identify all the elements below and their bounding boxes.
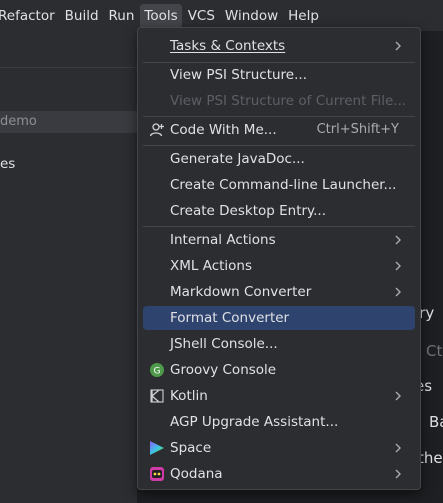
menu-item-label: Create Command-line Launcher... [170, 177, 397, 193]
submenu-arrow-icon [395, 443, 401, 453]
menu-item-label: AGP Upgrade Assistant... [170, 414, 339, 430]
menu-item-create-desktop-entry[interactable]: Create Desktop Entry... [143, 199, 415, 223]
project-tree-item[interactable]: es [0, 156, 15, 172]
menu-item-label: XML Actions [170, 258, 253, 274]
code-with-me-icon [149, 123, 164, 137]
menu-item-label: Tasks & Contexts [170, 38, 286, 54]
menu-item-xml-actions[interactable]: XML Actions [143, 254, 415, 278]
project-search-field[interactable]: demo [0, 111, 137, 133]
menu-item-view-psi-structure[interactable]: View PSI Structure... [143, 63, 415, 87]
menu-vcs[interactable]: VCS [184, 4, 219, 28]
menu-separator [143, 226, 415, 227]
menu-tools[interactable]: Tools [140, 3, 182, 28]
submenu-arrow-icon [395, 41, 401, 51]
menu-item-label: Internal Actions [170, 232, 276, 248]
menu-item-agp-upgrade-assistant[interactable]: AGP Upgrade Assistant... [143, 410, 415, 434]
menu-item-label: Qodana [170, 466, 223, 482]
editor-text-fragment: Ct [426, 342, 443, 360]
kotlin-icon [150, 389, 164, 403]
menu-refactor[interactable]: Refactor [0, 4, 59, 28]
menu-item-internal-actions[interactable]: Internal Actions [143, 228, 415, 252]
svg-text:G: G [154, 367, 161, 377]
menu-item-label: Markdown Converter [170, 284, 312, 300]
menu-item-label: Generate JavaDoc... [170, 151, 305, 167]
menu-item-label: Format Converter [170, 310, 290, 326]
menu-item-qodana[interactable]: Qodana [143, 462, 415, 486]
menu-item-label: Space [170, 440, 212, 456]
panel-divider [0, 67, 137, 68]
editor-text-fragment: the [418, 449, 443, 467]
menu-item-label: JShell Console... [170, 336, 278, 352]
menu-window[interactable]: Window [221, 4, 282, 28]
project-panel: demo es [0, 31, 137, 503]
menu-item-label: Code With Me... [170, 122, 277, 138]
menu-item-label: Groovy Console [170, 362, 277, 378]
space-icon [150, 441, 164, 455]
menu-item-shortcut: Ctrl+Shift+Y [316, 122, 399, 137]
menu-build[interactable]: Build [61, 4, 103, 28]
menu-item-code-with-me[interactable]: Code With Me... Ctrl+Shift+Y [143, 118, 415, 142]
menu-item-jshell-console[interactable]: JShell Console... [143, 332, 415, 356]
menu-item-label: View PSI Structure of Current File... [170, 93, 407, 109]
submenu-arrow-icon [395, 469, 401, 479]
menu-item-label: Kotlin [170, 388, 208, 404]
menu-separator [143, 116, 415, 117]
tools-menu-popup: Tasks & Contexts View PSI Structure... V… [137, 27, 421, 490]
submenu-arrow-icon [395, 287, 401, 297]
submenu-arrow-icon [395, 235, 401, 245]
menu-help[interactable]: Help [284, 4, 323, 28]
menu-run[interactable]: Run [105, 4, 139, 28]
menu-item-markdown-converter[interactable]: Markdown Converter [143, 280, 415, 304]
qodana-icon [150, 467, 164, 481]
menu-item-create-cli-launcher[interactable]: Create Command-line Launcher... [143, 173, 415, 197]
menu-item-groovy-console[interactable]: G Groovy Console [143, 358, 415, 382]
menu-separator [143, 145, 415, 146]
editor-text-fragment: Ba [429, 413, 443, 431]
submenu-arrow-icon [395, 261, 401, 271]
menu-item-tasks-contexts[interactable]: Tasks & Contexts [143, 34, 415, 58]
menu-item-format-converter[interactable]: Format Converter [143, 306, 415, 330]
groovy-icon: G [150, 363, 164, 377]
submenu-arrow-icon [395, 391, 401, 401]
menu-item-view-psi-current-file: View PSI Structure of Current File... [143, 89, 415, 113]
menu-item-generate-javadoc[interactable]: Generate JavaDoc... [143, 147, 415, 171]
menu-item-kotlin[interactable]: Kotlin [143, 384, 415, 408]
menu-item-label: View PSI Structure... [170, 67, 307, 83]
menu-item-space[interactable]: Space [143, 436, 415, 460]
menu-item-label: Create Desktop Entry... [170, 203, 326, 219]
